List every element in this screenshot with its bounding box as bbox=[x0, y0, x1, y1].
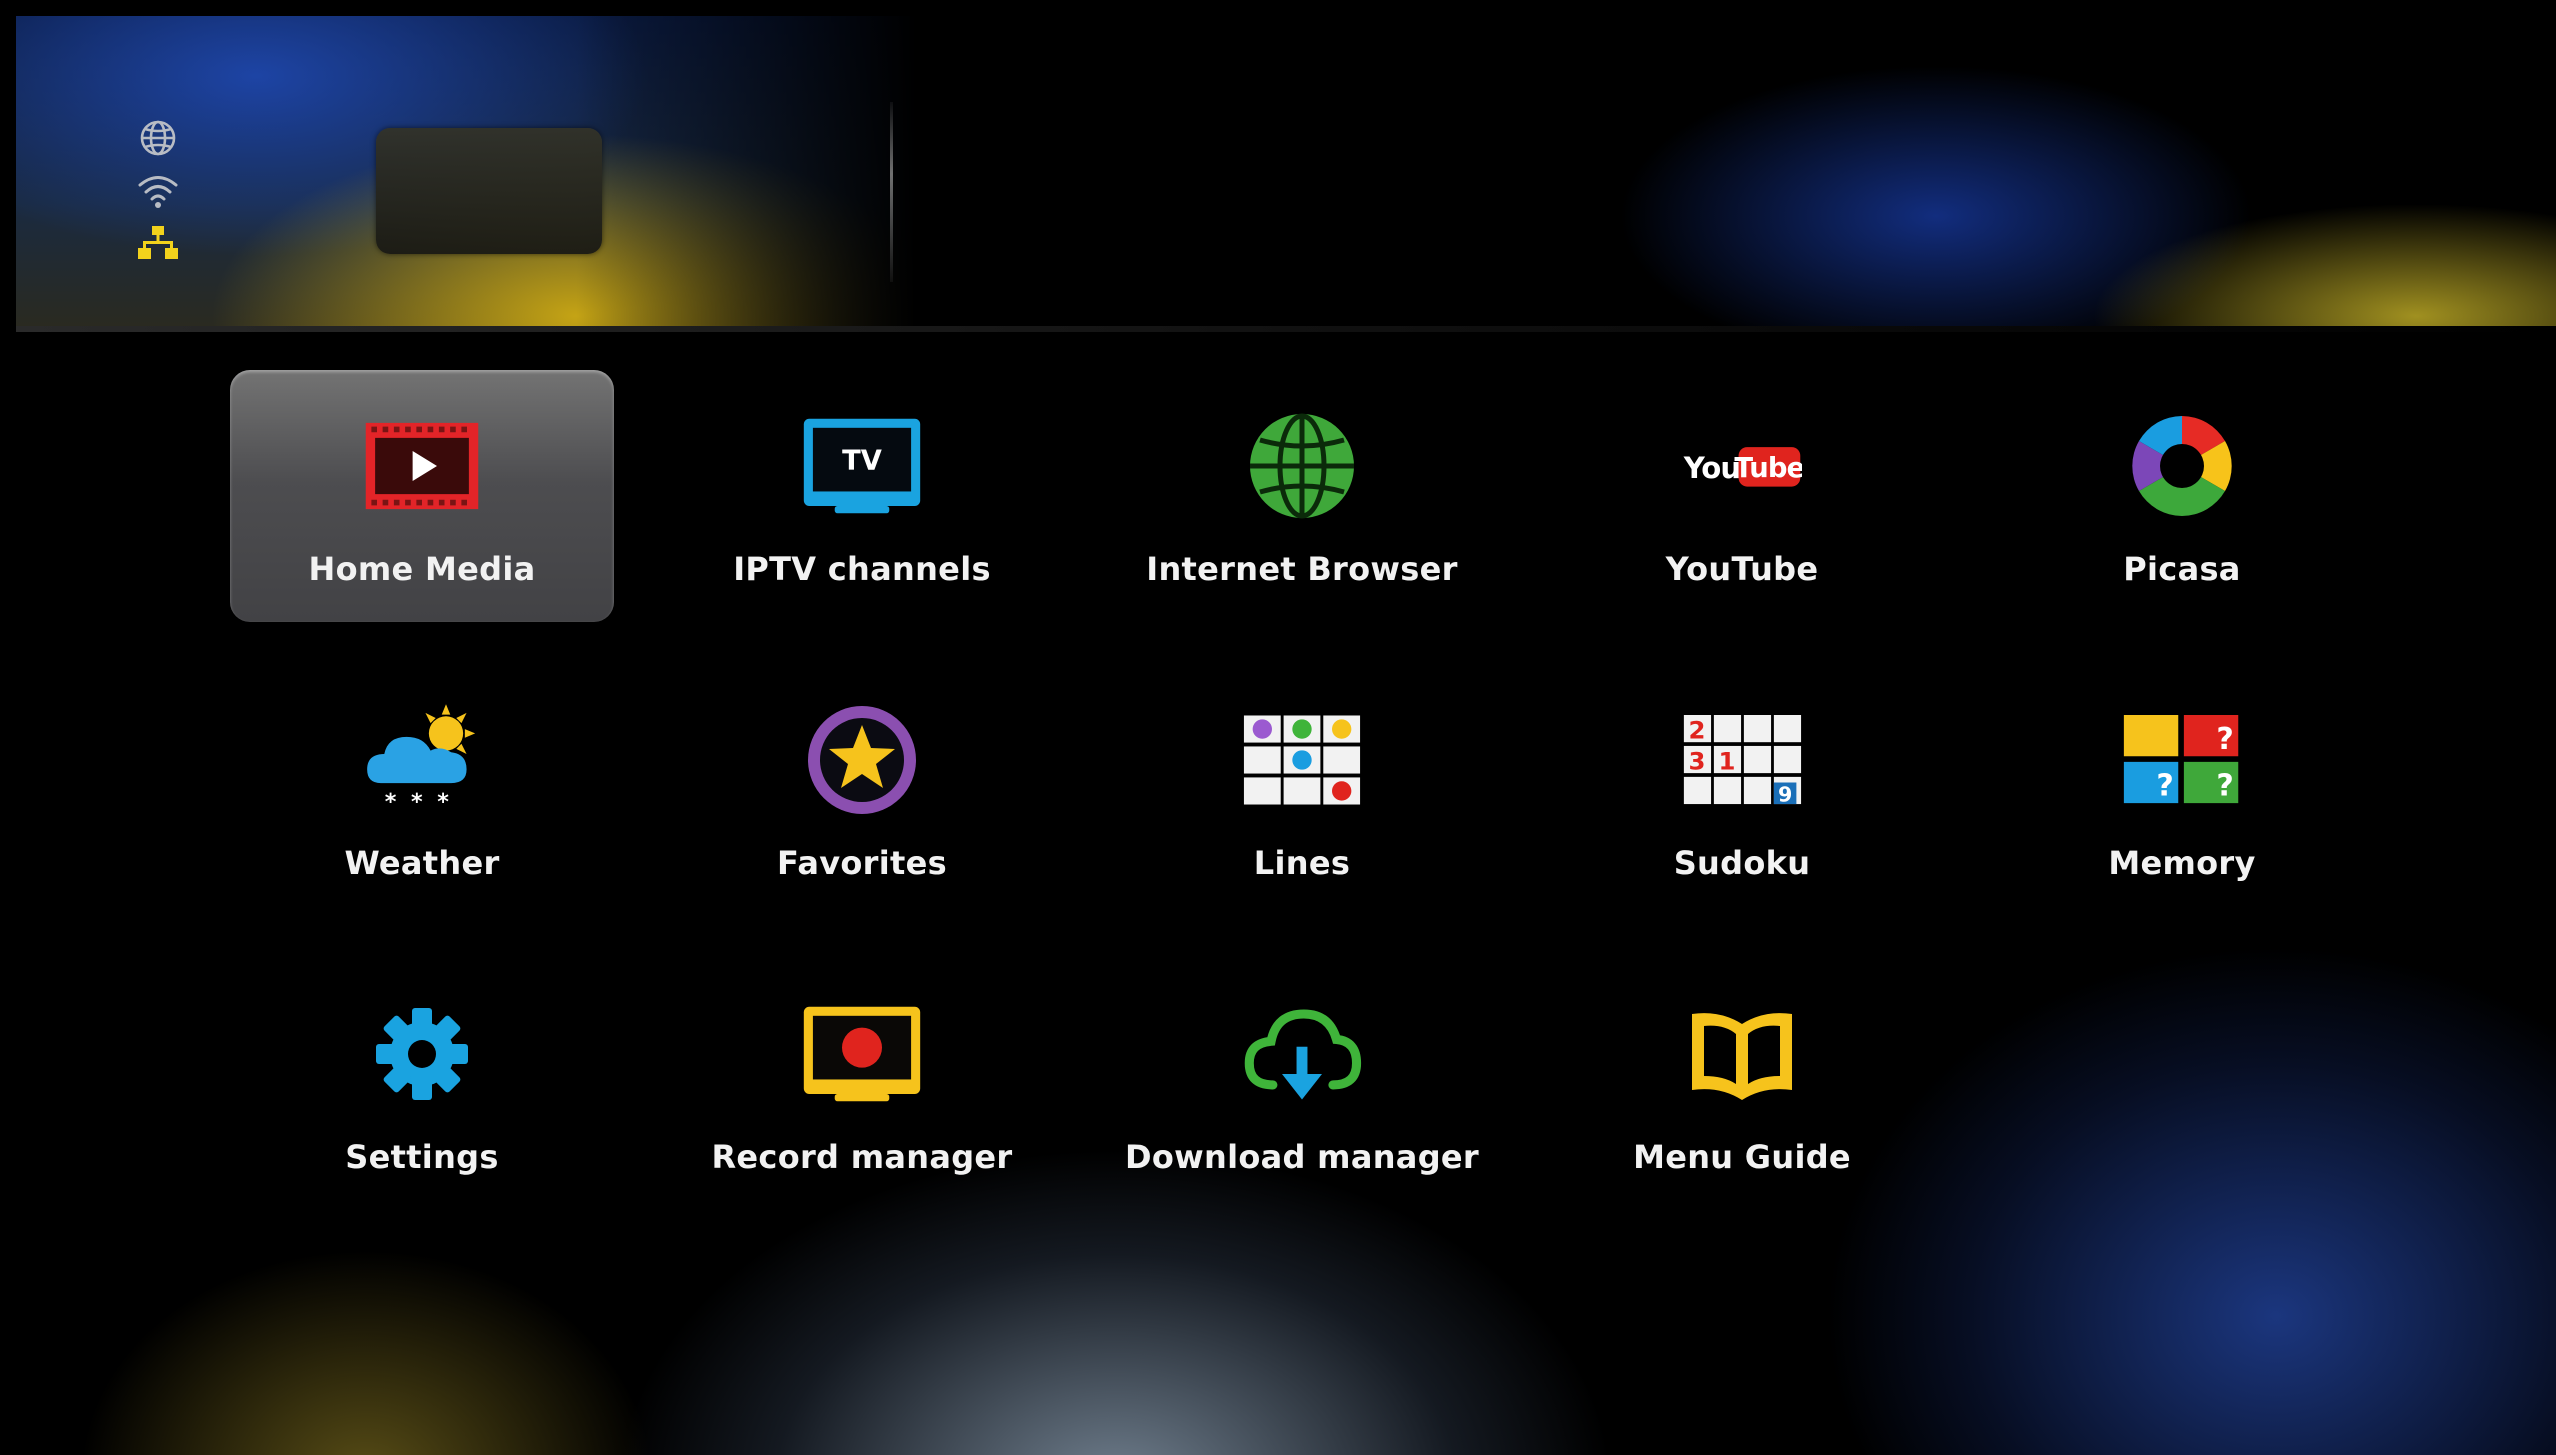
memory-question-text: ? bbox=[2216, 722, 2233, 757]
record-icon bbox=[802, 994, 922, 1114]
sudoku-grid-icon: 2 3 1 9 bbox=[1682, 700, 1802, 820]
memory-question-text: ? bbox=[2216, 769, 2233, 804]
globe-icon bbox=[1242, 406, 1362, 526]
app-label: Favorites bbox=[777, 844, 947, 882]
gear-icon bbox=[362, 994, 482, 1114]
star-icon bbox=[802, 700, 922, 820]
header-divider bbox=[16, 326, 2556, 332]
home-screen: Home Media TV IPTV channels Internet Bro… bbox=[16, 16, 2556, 1455]
sudoku-digit: 3 bbox=[1689, 746, 1706, 775]
tv-icon-text: TV bbox=[842, 446, 882, 477]
app-label: Sudoku bbox=[1673, 844, 1811, 882]
status-icons bbox=[134, 118, 182, 262]
app-tile-sudoku[interactable]: 2 3 1 9 Sudoku bbox=[1550, 664, 1934, 916]
background-glow-fade bbox=[576, 16, 976, 328]
app-label: Picasa bbox=[2123, 550, 2241, 588]
sudoku-digit: 1 bbox=[1719, 746, 1736, 775]
app-label: Weather bbox=[344, 844, 500, 882]
app-tile-internet-browser[interactable]: Internet Browser bbox=[1110, 370, 1494, 622]
app-tile-settings[interactable]: Settings bbox=[230, 958, 614, 1210]
app-label: Download manager bbox=[1125, 1138, 1479, 1176]
app-tile-picasa[interactable]: Picasa bbox=[1990, 370, 2374, 622]
app-tile-lines[interactable]: Lines bbox=[1110, 664, 1494, 916]
open-book-icon bbox=[1682, 994, 1802, 1114]
tv-icon: TV bbox=[802, 406, 922, 526]
app-tile-menu-guide[interactable]: Menu Guide bbox=[1550, 958, 1934, 1210]
app-label: Home Media bbox=[308, 550, 536, 588]
app-label: Settings bbox=[345, 1138, 499, 1176]
app-label: YouTube bbox=[1665, 550, 1819, 588]
app-label: Menu Guide bbox=[1633, 1138, 1851, 1176]
picasa-logo-icon bbox=[2122, 406, 2242, 526]
youtube-you-text: You bbox=[1683, 451, 1741, 485]
background-glow-top-right bbox=[1516, 16, 2556, 328]
memory-cards-icon: ? ? ? bbox=[2122, 700, 2242, 820]
film-play-icon bbox=[362, 406, 482, 526]
app-tile-youtube[interactable]: You Tube YouTube bbox=[1550, 370, 1934, 622]
app-tile-record-manager[interactable]: Record manager bbox=[670, 958, 1054, 1210]
app-label: Internet Browser bbox=[1146, 550, 1458, 588]
app-tile-favorites[interactable]: Favorites bbox=[670, 664, 1054, 916]
header-separator bbox=[890, 102, 893, 282]
app-tile-iptv-channels[interactable]: TV IPTV channels bbox=[670, 370, 1054, 622]
app-label: Lines bbox=[1253, 844, 1351, 882]
app-label: Record manager bbox=[711, 1138, 1013, 1176]
cloud-download-icon bbox=[1242, 994, 1362, 1114]
weather-cloud-sun-icon: * * * bbox=[362, 700, 482, 820]
app-tile-download-manager[interactable]: Download manager bbox=[1110, 958, 1494, 1210]
memory-question-text: ? bbox=[2156, 769, 2173, 804]
weather-snow-text: * * * bbox=[385, 789, 453, 815]
sudoku-digit: 2 bbox=[1689, 715, 1706, 744]
clock-widget bbox=[376, 128, 602, 254]
sudoku-digit: 9 bbox=[1778, 782, 1792, 806]
app-tile-memory[interactable]: ? ? ? Memory bbox=[1990, 664, 2374, 916]
youtube-tube-text: Tube bbox=[1734, 453, 1802, 484]
wifi-icon bbox=[136, 172, 180, 210]
youtube-logo-icon: You Tube bbox=[1682, 406, 1802, 526]
app-label: IPTV channels bbox=[733, 550, 991, 588]
network-icon bbox=[137, 224, 179, 262]
globe-icon bbox=[138, 118, 178, 158]
app-label: Memory bbox=[2108, 844, 2256, 882]
app-tile-weather[interactable]: * * * Weather bbox=[230, 664, 614, 916]
lines-game-icon bbox=[1242, 700, 1362, 820]
app-tile-home-media[interactable]: Home Media bbox=[230, 370, 614, 622]
